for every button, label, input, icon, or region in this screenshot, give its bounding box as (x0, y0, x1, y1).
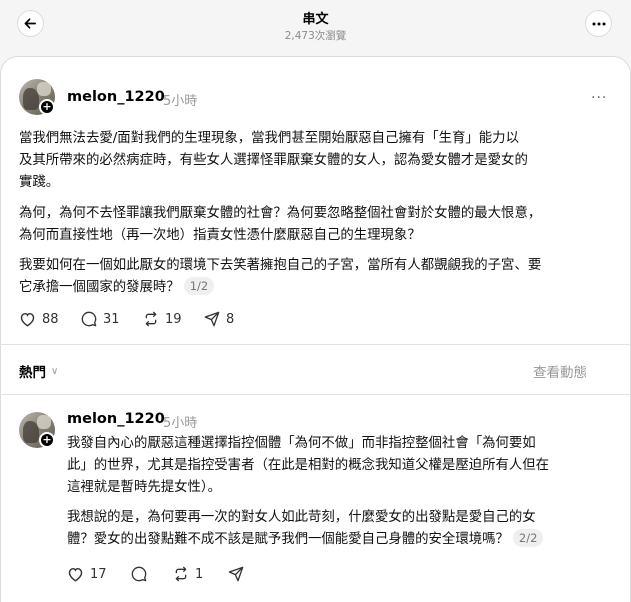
follow-plus-icon[interactable]: + (39, 432, 55, 448)
divider (0, 344, 631, 345)
like-button[interactable]: 17 (67, 566, 107, 582)
sort-label: 熱門 (19, 365, 46, 381)
reply-paragraph-1: 我發自內心的厭惡這種選擇指控個體「為何不做」而非指控整個社會「為何要如 此」的世… (67, 436, 550, 495)
chevron-down-icon: ∨ (51, 365, 59, 377)
sort-dropdown[interactable]: 熱門 ∨ (19, 361, 58, 381)
share-button[interactable]: 8 (204, 311, 234, 327)
heart-icon (68, 567, 83, 582)
post-time: 5小時 (163, 416, 198, 431)
post-time: 5小時 (163, 94, 198, 109)
username[interactable]: melon_1220 (67, 89, 165, 105)
send-icon (228, 566, 244, 582)
repost-button[interactable]: 1 (173, 566, 203, 582)
share-button[interactable] (228, 566, 250, 582)
username[interactable]: melon_1220 (67, 411, 165, 427)
comment-count: 31 (103, 311, 120, 327)
comment-button[interactable] (131, 566, 153, 582)
post-menu-icon[interactable]: ··· (591, 90, 607, 106)
top-bar: 串文 2,473次瀏覽 (0, 0, 631, 52)
follow-plus-icon[interactable]: + (39, 99, 55, 115)
more-horizontal-icon (592, 22, 605, 25)
send-icon (204, 311, 220, 327)
view-activity-link[interactable]: 查看動態 (533, 361, 587, 381)
like-count: 17 (90, 566, 107, 582)
post-paragraph-1: 當我們無法去愛/面對我們的生理現象，當我們甚至開始厭惡自己擁有「生育」能力以 及… (19, 131, 528, 190)
comment-icon (81, 311, 97, 327)
more-options-button[interactable] (585, 10, 612, 37)
comment-icon (131, 566, 147, 582)
reply-paragraph-2: 我想說的是，為何要再一次的對女人如此苛刻，什麼愛女的出發點是愛自己的女 體？愛女… (67, 507, 544, 551)
page-indicator: 1/2 (183, 277, 215, 295)
post-paragraph-2: 為何，為何不去怪罪讓我們厭棄女體的社會？為何要忽略整個社會對於女體的最大恨意， … (19, 206, 542, 243)
heart-icon (20, 312, 35, 327)
repost-button[interactable]: 19 (143, 311, 182, 327)
repost-count: 19 (165, 311, 182, 327)
comment-button[interactable]: 31 (81, 311, 120, 327)
view-count: 2,473次瀏覽 (284, 30, 347, 42)
repost-icon (145, 311, 157, 327)
like-button[interactable]: 88 (19, 311, 59, 327)
page-title: 串文 (302, 12, 329, 27)
divider (0, 394, 631, 395)
like-count: 88 (42, 311, 59, 327)
post-paragraph-3: 我要如何在一個如此厭女的環境下去笑著擁抱自己的子宮，當所有人都覬覦我的子宮、要 … (19, 258, 542, 295)
page-indicator: 2/2 (512, 529, 544, 547)
repost-icon (175, 566, 187, 582)
share-count: 8 (226, 311, 235, 327)
repost-count: 1 (195, 566, 204, 582)
